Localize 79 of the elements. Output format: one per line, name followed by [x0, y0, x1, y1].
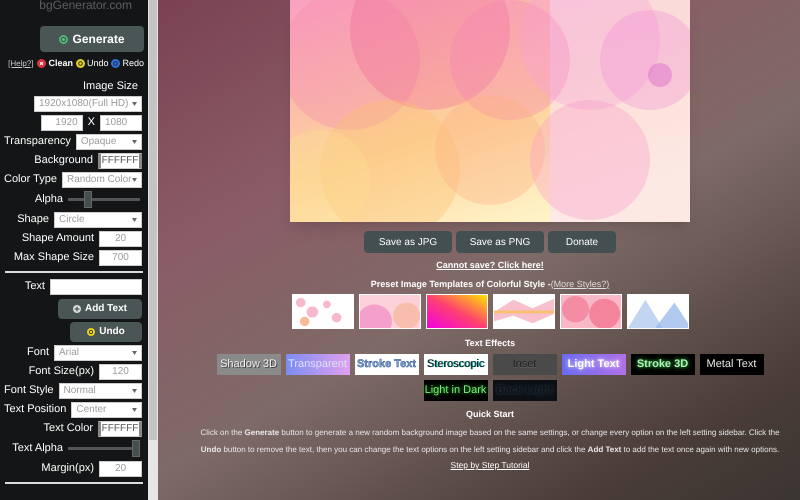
- plus-icon: [72, 304, 81, 312]
- dropdown[interactable]: Circle: [54, 212, 142, 228]
- text-effect-button[interactable]: Stroke Text: [354, 354, 418, 374]
- caret-icon: [132, 350, 137, 354]
- slider-thumb[interactable]: [132, 440, 140, 457]
- generate-button[interactable]: Generate: [40, 26, 144, 52]
- input-field[interactable]: 20: [99, 460, 142, 476]
- slider[interactable]: [68, 440, 140, 457]
- site-title: bgGenerator.com: [38, 0, 133, 14]
- height-field[interactable]: 1080: [100, 114, 142, 130]
- width-field[interactable]: 1920: [40, 114, 83, 130]
- caret-icon: [132, 102, 137, 106]
- dropdown[interactable]: 1920x1080(Full HD): [34, 96, 142, 112]
- text-effect-button[interactable]: Steroscopic: [424, 354, 488, 374]
- field-label: Font Size(px): [28, 364, 94, 380]
- section-heading: Text Effects: [464, 337, 516, 350]
- field-label: Text Position: [4, 402, 66, 418]
- field-label: Alpha: [34, 192, 63, 208]
- dropdown[interactable]: Arial: [54, 344, 142, 360]
- undo-button[interactable]: Undo: [70, 322, 142, 342]
- slider[interactable]: [68, 191, 140, 208]
- save-button[interactable]: Save as JPG: [364, 231, 452, 253]
- text-effect-button[interactable]: Metal Text: [700, 354, 764, 374]
- preset-thumbnail[interactable]: [560, 294, 622, 329]
- field-label: Color Type: [4, 172, 57, 188]
- field-label: Font Style: [4, 383, 54, 398]
- section-heading: Image Size: [82, 79, 139, 94]
- field-label: Transparency: [4, 134, 71, 150]
- more-styles-link[interactable]: (More Styles?): [550, 278, 610, 291]
- field-label: Font: [26, 345, 49, 360]
- clean-button[interactable]: Clean: [37, 57, 73, 70]
- field-label: Margin(px): [41, 461, 94, 476]
- tutorial-link[interactable]: Step by Step Tutorial: [450, 459, 530, 472]
- caret-icon: [132, 178, 137, 182]
- caret-icon: [132, 140, 137, 144]
- circle-icon: [87, 328, 96, 336]
- dropdown[interactable]: Normal: [58, 382, 142, 398]
- slider-thumb[interactable]: [84, 191, 92, 208]
- field-label: Shape Amount: [22, 231, 94, 246]
- input-field[interactable]: [50, 278, 142, 294]
- field-label: Text Alpha: [12, 441, 63, 456]
- undo-button[interactable]: Undo: [76, 57, 108, 70]
- caret-icon: [132, 218, 137, 222]
- preset-thumbnail[interactable]: [358, 294, 420, 329]
- preset-thumbnail[interactable]: [626, 294, 688, 329]
- caret-icon: [132, 388, 137, 392]
- caret-icon: [132, 408, 137, 412]
- scrollbar[interactable]: [148, 0, 158, 500]
- dropdown[interactable]: Random Color: [62, 172, 142, 188]
- field-label: Background: [34, 153, 93, 168]
- input-field[interactable]: 120: [99, 364, 142, 380]
- dropdown[interactable]: Opaque: [76, 134, 142, 150]
- preset-thumbnail[interactable]: [492, 294, 554, 329]
- preset-thumbnail[interactable]: [426, 294, 488, 329]
- presets-heading: Preset Image Templates of Colorful Style -: [370, 278, 551, 291]
- color-field[interactable]: FFFFFF: [98, 152, 142, 168]
- redo-button[interactable]: Redo: [111, 57, 144, 70]
- text-effect-button[interactable]: Light Text: [562, 354, 626, 374]
- text-effect-button[interactable]: Light in Dark: [424, 380, 488, 400]
- help-link[interactable]: [Help?]: [8, 58, 34, 70]
- field-label: Text: [24, 279, 45, 294]
- text-effect-button[interactable]: Stroke 3D: [630, 354, 694, 374]
- color-field[interactable]: FFFFFF: [98, 420, 142, 436]
- field-label: Max Shape Size: [14, 250, 94, 266]
- text-effect-button[interactable]: Shadow 3D: [216, 354, 280, 374]
- save-button[interactable]: Save as PNG: [456, 231, 544, 253]
- input-field[interactable]: 20: [99, 230, 142, 246]
- input-field[interactable]: 700: [99, 250, 142, 266]
- circle-icon: [59, 34, 68, 44]
- donate-button[interactable]: Donate: [548, 231, 616, 253]
- separator-text: X: [88, 115, 95, 130]
- add-text-button[interactable]: Add Text: [58, 298, 142, 318]
- section-heading: Quick Start: [466, 408, 514, 421]
- field-label: Shape: [17, 212, 49, 228]
- cannot-save-link[interactable]: Cannot save? Click here!: [436, 259, 544, 272]
- quick-start-text: Click on the Generate button to generate a new random background image based on the same settings, or change every option on the left setting sidebar. Click the Undo button to remove the text, then you can change the text options on the left setting sidebar and click the Add Text to add the text once again with new options.: [200, 427, 780, 456]
- preset-thumbnail[interactable]: [292, 294, 354, 329]
- field-label: Text Color: [43, 421, 93, 436]
- dropdown[interactable]: Center: [71, 402, 142, 418]
